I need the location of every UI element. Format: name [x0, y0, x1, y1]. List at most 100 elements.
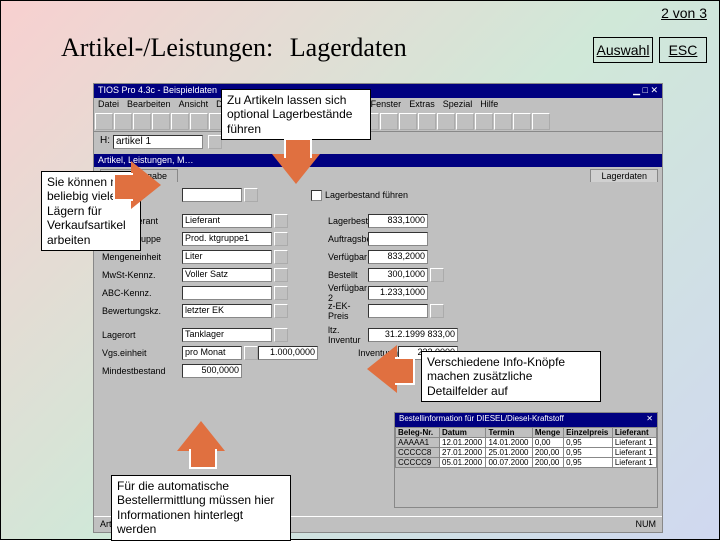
hauptlieferant-field[interactable]: Lieferant	[182, 214, 272, 228]
menubar[interactable]: Datei Bearbeiten Ansicht Datensatz Auswe…	[94, 98, 662, 112]
table-header: Einzelpreis	[564, 428, 613, 438]
toolbar-button[interactable]	[494, 113, 512, 130]
dropdown-icon[interactable]	[274, 268, 288, 282]
toolbar-button[interactable]	[437, 113, 455, 130]
cell: 25.01.2000	[486, 448, 532, 458]
lagerort-field[interactable]: Tanklager	[182, 328, 272, 342]
verfuegbar-value: 833,2000	[368, 250, 428, 264]
arrow-up-icon	[177, 421, 225, 451]
doc-titlebar: Artikel, Leistungen, M…	[94, 154, 662, 167]
cell: 200,00	[532, 458, 563, 468]
mengeneinheit-field[interactable]: Liter	[182, 250, 272, 264]
dropdown-icon[interactable]	[244, 346, 258, 360]
table-row[interactable]: CCCCC8 27.01.2000 25.01.2000 200,00 0,95…	[396, 448, 657, 458]
callout-3: Verschiedene Info-Knöpfe machen zusätzli…	[421, 351, 601, 402]
produktgruppe-field[interactable]: Prod. ktgruppe1	[182, 232, 272, 246]
toolbar-button[interactable]	[456, 113, 474, 130]
dropdown-icon[interactable]	[208, 135, 222, 149]
field-label: ltz. Inventur	[288, 325, 368, 345]
app-titlebar: TIOS Pro 4.3c - Beispieldaten ▁ □ ✕	[94, 84, 662, 98]
title-sub: Lagerdaten	[280, 33, 407, 62]
cell: 200,00	[532, 448, 563, 458]
toolbar	[94, 112, 662, 132]
callout-text: Für die automatische Bestellermittlung m…	[111, 475, 291, 541]
table-header: Datum	[440, 428, 486, 438]
dropdown-icon[interactable]	[274, 214, 288, 228]
mindestbestand-field[interactable]: 500,0000	[182, 364, 242, 378]
page-title: Artikel-/Leistungen: Lagerdaten	[61, 33, 407, 63]
cell: CCCCC8	[396, 448, 440, 458]
cell: Lieferant 1	[612, 458, 656, 468]
cell: 0,95	[564, 458, 613, 468]
dropdown-icon[interactable]	[274, 250, 288, 264]
auftragsbestand-value	[368, 232, 428, 246]
brand-label: Arkade Software	[0, 343, 5, 479]
cell: 14.01.2000	[486, 438, 532, 448]
table-row[interactable]: AAAAA1 12.01.2000 14.01.2000 0,00 0,95 L…	[396, 438, 657, 448]
field-label: Mengeneinheit	[102, 252, 182, 262]
menu-item[interactable]: Spezial	[443, 99, 473, 111]
cell: 05.01.2000	[440, 458, 486, 468]
callout-2: Zu Artikeln lassen sich optional Lagerbe…	[221, 89, 371, 194]
info-icon[interactable]	[430, 304, 444, 318]
vgseinheit-num[interactable]: 1.000,0000	[258, 346, 318, 360]
close-icon[interactable]: ✕	[646, 414, 653, 426]
toolbar-button[interactable]	[475, 113, 493, 130]
tab-lagerdaten[interactable]: Lagerdaten	[590, 169, 658, 182]
subwin-titlebar: Bestellinformation für DIESEL/Diesel-Kra…	[395, 413, 657, 427]
info-icon[interactable]	[430, 268, 444, 282]
menu-item[interactable]: Hilfe	[480, 99, 498, 111]
toolbar-button[interactable]	[152, 113, 170, 130]
toolbar-button[interactable]	[513, 113, 531, 130]
verfuegbar2-value: 1.233,1000	[368, 286, 428, 300]
cell: 0,95	[564, 438, 613, 448]
bewertung-field[interactable]: letzter EK	[182, 304, 272, 318]
toolbar-button[interactable]	[399, 113, 417, 130]
field-label: Bestellt	[288, 270, 368, 280]
mwst-field[interactable]: Voller Satz	[182, 268, 272, 282]
menu-item[interactable]: Extras	[409, 99, 435, 111]
field-label: Mindestbestand	[102, 366, 182, 376]
callout-1: Sie können mit beliebig vielen Lägern fü…	[41, 81, 141, 251]
cell: 27.01.2000	[440, 448, 486, 458]
toolbar-button[interactable]	[418, 113, 436, 130]
toolbar-button[interactable]	[532, 113, 550, 130]
vgseinheit-field[interactable]: pro Monat	[182, 346, 242, 360]
sub-window: Bestellinformation für DIESEL/Diesel-Kra…	[394, 412, 658, 508]
lagerbestand-value: 833,1000	[368, 214, 428, 228]
arrow-down-icon	[272, 154, 320, 184]
dropdown-icon[interactable]	[274, 328, 288, 342]
abc-field[interactable]	[182, 286, 272, 300]
dropdown-icon[interactable]	[274, 286, 288, 300]
esc-button[interactable]: ESC	[659, 37, 707, 63]
table-row[interactable]: CCCCC9 05.01.2000 00.07.2000 200,00 0,95…	[396, 458, 657, 468]
toolbar-button[interactable]	[190, 113, 208, 130]
callout-4: Für die automatische Bestellermittlung m…	[111, 421, 291, 541]
ltzinventur-value: 31.2.1999 833,00	[368, 328, 458, 342]
field-label: Bewertungskz.	[102, 306, 182, 316]
cell: CCCCC9	[396, 458, 440, 468]
bestell-table: Beleg-Nr. Datum Termin Menge Einzelpreis…	[395, 427, 657, 468]
field-label: Auftragsbestand	[288, 234, 368, 244]
toolbar-button[interactable]	[171, 113, 189, 130]
page-indicator[interactable]: 2 von 3	[661, 5, 707, 21]
field-label: ABC-Kennz.	[102, 288, 182, 298]
menu-item[interactable]: Ansicht	[179, 99, 209, 111]
field-label: Vgs.einheit	[102, 348, 182, 358]
cell: 0,95	[564, 448, 613, 458]
table-header: Beleg-Nr.	[396, 428, 440, 438]
dropdown-icon[interactable]	[274, 232, 288, 246]
subwin-title: Bestellinformation für DIESEL/Diesel-Kra…	[399, 414, 564, 426]
title-main: Artikel-/Leistungen:	[61, 33, 273, 62]
field-label: z-EK-Preis	[288, 301, 368, 321]
table-header: Termin	[486, 428, 532, 438]
field-label: Lagerort	[102, 330, 182, 340]
window-controls[interactable]: ▁ □ ✕	[633, 85, 658, 97]
dropdown-icon[interactable]	[274, 304, 288, 318]
field-label: MwSt-Kennz.	[102, 270, 182, 280]
menu-item[interactable]: Fenster	[371, 99, 402, 111]
auswahl-button[interactable]: Auswahl	[593, 37, 653, 63]
field-label: Verfügbar	[288, 252, 368, 262]
field-label: Lagerbestand	[288, 216, 368, 226]
toolbar-button[interactable]	[380, 113, 398, 130]
